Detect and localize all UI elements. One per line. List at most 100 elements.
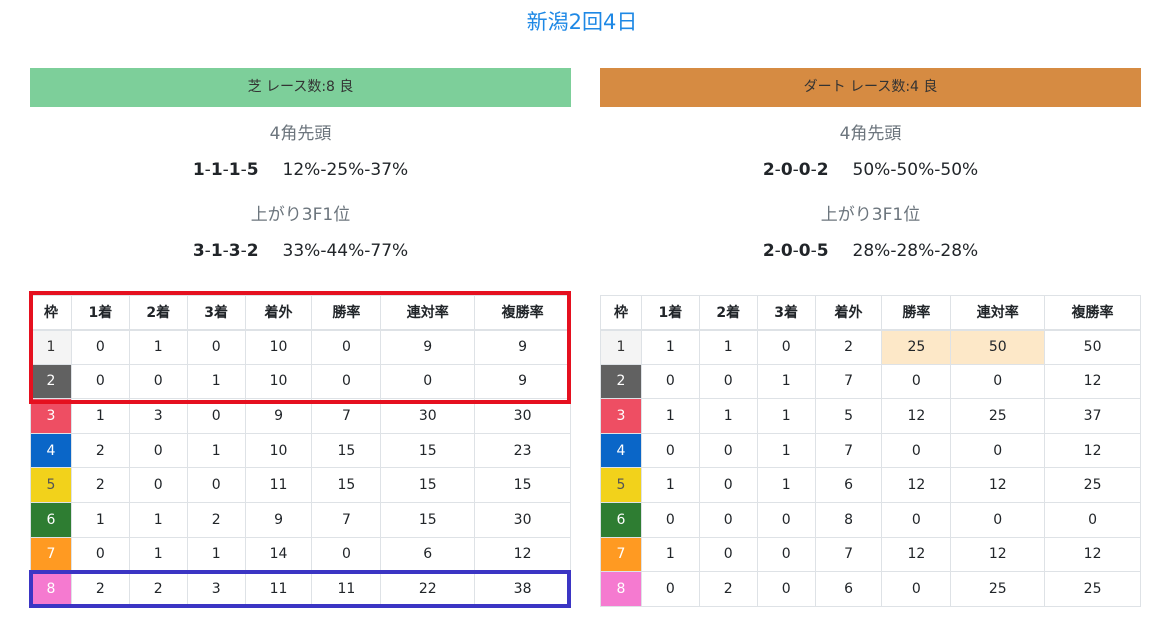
column-header-second: 2着 [128, 295, 188, 331]
stat-cell-second: 2 [698, 571, 758, 607]
stat-cell-unplaced: 5 [814, 398, 883, 434]
stat-cell-first: 1 [640, 329, 700, 365]
stat-cell-second: 2 [128, 571, 188, 607]
stat-cell-quinella-rate: 15 [380, 432, 476, 469]
stat-cell-unplaced: 6 [814, 467, 883, 503]
stat-cell-place-rate: 12 [474, 536, 571, 573]
stat-cell-first: 0 [640, 363, 700, 400]
stat-cell-place-rate: 12 [1044, 363, 1141, 400]
stat-cell-place-rate: 38 [474, 571, 571, 607]
column-header-first: 1着 [70, 295, 130, 331]
stat-cell-place-rate: 50 [1044, 329, 1141, 365]
stat-cell-unplaced: 14 [244, 536, 313, 573]
waku-number-cell: 8 [30, 571, 72, 607]
stat-cell-unplaced: 10 [244, 329, 313, 365]
table-row: 2 0 0 1 10 0 0 9 [30, 363, 571, 400]
dirt-corner-rates: 50%-50%-50% [852, 160, 979, 180]
stat-cell-win-rate: 0 [881, 571, 952, 607]
table-header-row: 枠 1着 2着 3着 着外 勝率 連対率 複勝率 [30, 295, 571, 331]
dirt-last3f-rates: 28%-28%-28% [852, 241, 979, 261]
column-header-third: 3着 [186, 295, 246, 331]
column-header-second: 2着 [698, 295, 758, 331]
stat-cell-win-rate: 12 [881, 536, 952, 573]
stat-cell-unplaced: 6 [814, 571, 883, 607]
stat-cell-place-rate: 9 [474, 329, 571, 365]
table-row: 6 1 1 2 9 7 15 30 [30, 501, 571, 538]
stat-cell-win-rate: 25 [881, 329, 952, 365]
stat-cell-first: 0 [640, 571, 700, 607]
turf-last3f-rates: 33%-44%-77% [282, 241, 409, 261]
stat-cell-third: 1 [186, 363, 246, 400]
stat-cell-second: 0 [698, 432, 758, 469]
column-header-waku: 枠 [600, 295, 642, 331]
stat-cell-quinella-rate: 25 [950, 571, 1046, 607]
stat-cell-first: 0 [640, 432, 700, 469]
stat-cell-third: 0 [756, 536, 816, 573]
stat-cell-place-rate: 15 [474, 467, 571, 503]
stat-cell-second: 1 [128, 329, 188, 365]
stat-cell-win-rate: 15 [311, 467, 382, 503]
stat-cell-place-rate: 25 [1044, 467, 1141, 503]
stat-cell-unplaced: 9 [244, 501, 313, 538]
stat-cell-first: 1 [640, 467, 700, 503]
waku-number-cell: 1 [30, 329, 72, 365]
waku-number-cell: 5 [600, 467, 642, 503]
waku-number-cell: 3 [30, 398, 72, 434]
column-header-place-rate: 複勝率 [474, 295, 571, 331]
dirt-banner: ダート レース数:4 良 [600, 68, 1141, 107]
stat-cell-third: 3 [186, 571, 246, 607]
stat-cell-third: 0 [186, 398, 246, 434]
waku-number-cell: 3 [600, 398, 642, 434]
stat-cell-quinella-rate: 0 [380, 363, 476, 400]
stat-cell-win-rate: 0 [881, 501, 952, 538]
stat-cell-win-rate: 12 [881, 467, 952, 503]
stat-cell-second: 1 [128, 536, 188, 573]
stat-cell-win-rate: 0 [311, 536, 382, 573]
stat-cell-third: 2 [186, 501, 246, 538]
stat-cell-third: 0 [186, 329, 246, 365]
turf-corner-rates: 12%-25%-37% [282, 160, 409, 180]
waku-number-cell: 5 [30, 467, 72, 503]
stat-cell-place-rate: 30 [474, 398, 571, 434]
waku-number-cell: 6 [30, 501, 72, 538]
stat-cell-second: 0 [698, 363, 758, 400]
table-row: 4 2 0 1 10 15 15 23 [30, 432, 571, 469]
stat-cell-third: 1 [186, 432, 246, 469]
stat-cell-third: 1 [186, 536, 246, 573]
stat-cell-second: 0 [128, 432, 188, 469]
table-row: 3 1 1 1 5 12 25 37 [600, 398, 1141, 434]
table-header-row: 枠 1着 2着 3着 着外 勝率 連対率 複勝率 [600, 295, 1141, 331]
stat-cell-place-rate: 0 [1044, 501, 1141, 538]
stat-cell-first: 2 [70, 571, 130, 607]
stat-cell-first: 1 [640, 398, 700, 434]
stat-cell-third: 0 [186, 467, 246, 503]
waku-number-cell: 4 [30, 432, 72, 469]
stat-cell-win-rate: 7 [311, 398, 382, 434]
table-row: 8 0 2 0 6 0 25 25 [600, 571, 1141, 607]
stat-cell-quinella-rate: 0 [950, 432, 1046, 469]
dirt-corner-counts: 2-0-0-2 [762, 160, 829, 180]
stat-cell-second: 0 [128, 467, 188, 503]
table-row: 3 1 3 0 9 7 30 30 [30, 398, 571, 434]
stat-cell-unplaced: 8 [814, 501, 883, 538]
turf-corner-heading: 4角先頭 [269, 124, 332, 144]
table-row: 60008000 [600, 501, 1141, 538]
dirt-waku-table: 枠 1着 2着 3着 着外 勝率 連対率 複勝率 1 1 1 0 2 25 50 50 2 0 0 1 7 0 0 12 3 1… [600, 295, 1141, 607]
column-header-place-rate: 複勝率 [1044, 295, 1141, 331]
column-header-unplaced: 着外 [814, 295, 883, 331]
stat-cell-second: 1 [698, 329, 758, 365]
column-header-quinella-rate: 連対率 [380, 295, 476, 331]
stat-cell-quinella-rate: 50 [950, 329, 1046, 365]
dirt-panel: ダート レース数:4 良 4角先頭 2-0-0-2 50%-50%-50% 上が… [600, 68, 1141, 607]
stat-cell-third: 1 [756, 398, 816, 434]
waku-number-cell: 2 [600, 363, 642, 400]
stat-cell-first: 0 [70, 329, 130, 365]
dirt-corner-heading: 4角先頭 [839, 124, 902, 144]
stat-cell-quinella-rate: 6 [380, 536, 476, 573]
stat-cell-unplaced: 11 [244, 571, 313, 607]
stat-cell-unplaced: 2 [814, 329, 883, 365]
table-row: 7 1 0 0 7 12 12 12 [600, 536, 1141, 573]
stat-cell-third: 1 [756, 363, 816, 400]
stat-cell-quinella-rate: 12 [950, 467, 1046, 503]
column-header-win-rate: 勝率 [881, 295, 952, 331]
